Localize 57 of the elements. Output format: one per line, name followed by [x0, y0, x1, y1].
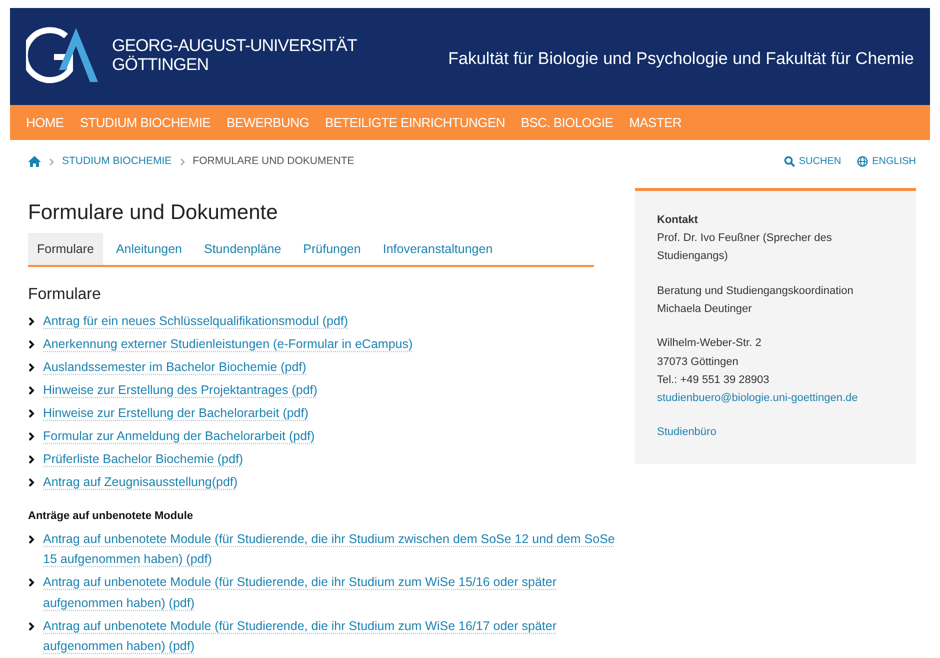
tab[interactable]: Infoveranstaltungen	[374, 232, 502, 265]
globe-icon	[857, 156, 868, 168]
contact-text: Michaela Deutinger	[657, 302, 753, 317]
search-link[interactable]: SUCHEN	[784, 154, 842, 170]
chevron-icon	[28, 362, 35, 372]
university-name: GEORG-AUGUST-UNIVERSITÄT	[112, 36, 357, 55]
chevron-icon	[28, 478, 35, 487]
contact-text: Beratung und Studiengangskoordination	[657, 284, 854, 299]
contact-heading: Kontakt	[657, 212, 699, 228]
document-link[interactable]: Hinweise zur Erstellung der Bachelorarbeit (pdf)	[43, 402, 308, 424]
tab[interactable]: Anleitungen	[106, 232, 191, 265]
contact-text: Wilhelm-Weber-Str. 2	[657, 336, 762, 352]
breadcrumb-current: FORMULARE UND DOKUMENTE	[192, 154, 354, 169]
tab[interactable]: Stundenpläne	[195, 232, 290, 265]
contact-text: Tel.: +49 551 39 28903	[657, 372, 770, 388]
document-link[interactable]: Anerkennung externer Studienleistungen (e-Formular in eCampus)	[43, 334, 413, 354]
section-heading: Anträge auf unbenotete Module	[28, 509, 194, 524]
chevron-icon	[28, 454, 35, 464]
home-icon[interactable]	[28, 156, 41, 168]
document-link[interactable]: Antrag auf Zeugnisausstellung(pdf)	[43, 472, 238, 492]
contact-text: Prof. Dr. Ivo Feußner (Sprecher des Studiengangs)	[657, 231, 833, 264]
search-icon	[784, 156, 795, 168]
nav-link[interactable]: BEWERBUNG	[226, 112, 310, 132]
chevron-icon	[28, 622, 35, 631]
document-link[interactable]: Formular zur Anmeldung der Bachelorarbeit (pdf)	[43, 426, 315, 446]
language-link[interactable]: ENGLISH	[857, 154, 916, 170]
chevron-icon	[28, 578, 35, 588]
document-link[interactable]: Antrag auf unbenotete Module (für Studierende, die ihr Studium zum WiSe 16/17 oder später aufgenommen haben) (pdf)	[43, 616, 618, 657]
nav-link[interactable]: MASTER	[629, 112, 682, 132]
contact-text: 37073 Göttingen	[657, 354, 740, 370]
chevron-icon	[28, 408, 35, 418]
tab[interactable]: Prüfungen	[294, 232, 370, 265]
university-name: GÖTTINGEN	[112, 55, 210, 74]
page-title: Formulare und Dokumente	[28, 200, 279, 225]
section-heading: Formulare	[28, 284, 102, 305]
chevron-icon	[28, 534, 35, 544]
contact-link[interactable]: Studienbüro	[657, 426, 716, 438]
tab[interactable]: Formulare	[28, 232, 103, 265]
chevron-icon	[28, 432, 35, 441]
document-link[interactable]: Auslandssemester im Bachelor Biochemie (pdf)	[43, 356, 306, 378]
nav-link[interactable]: STUDIUM BIOCHEMIE	[80, 112, 210, 132]
chevron-icon	[180, 158, 185, 166]
chevron-icon	[28, 386, 35, 395]
chevron-icon	[28, 340, 35, 349]
document-link[interactable]: Hinweise zur Erstellung des Projektantrages (pdf)	[43, 380, 318, 400]
document-link[interactable]: Antrag auf unbenotete Module (für Studierende, die ihr Studium zum WiSe 15/16 oder später aufgenommen haben) (pdf)	[43, 572, 618, 614]
email-link[interactable]: studienbuero@biologie.uni-goettingen.de	[657, 392, 858, 404]
chevron-icon	[49, 158, 54, 166]
nav-link[interactable]: BETEILIGTE EINRICHTUNGEN	[325, 112, 505, 132]
nav-link[interactable]: BSC. BIOLOGIE	[520, 112, 614, 132]
chevron-icon	[28, 316, 35, 326]
breadcrumb-link[interactable]: STUDIUM BIOCHEMIE	[62, 154, 172, 170]
faculty-title: Fakultät für Biologie und Psychologie und Fakultät für Chemie	[447, 48, 914, 69]
document-link[interactable]: Antrag für ein neues Schlüsselqualifikationsmodul (pdf)	[43, 310, 348, 332]
nav-link[interactable]: HOME	[26, 112, 64, 132]
document-link[interactable]: Prüferliste Bachelor Biochemie (pdf)	[43, 448, 244, 470]
document-link[interactable]: Antrag auf unbenotete Module (für Studierende, die ihr Studium zwischen dem SoSe 12 und dem SoSe 15 aufgenommen haben) (pdf)	[43, 528, 618, 570]
